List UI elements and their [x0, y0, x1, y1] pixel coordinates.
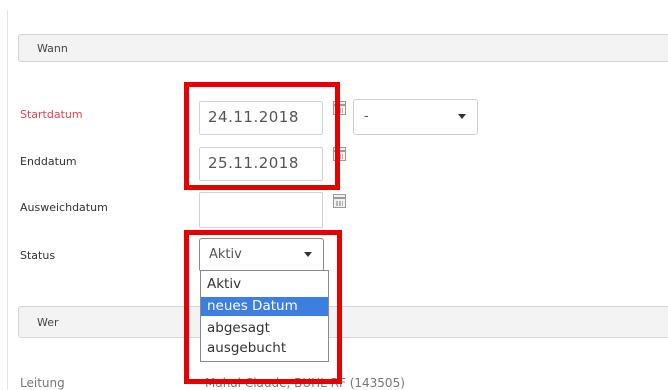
startdatum-label: Startdatum	[20, 108, 83, 121]
wann-panel-header[interactable]: Wann	[18, 34, 668, 62]
wer-panel-title: Wer	[37, 316, 59, 329]
form-left-border	[7, 10, 8, 390]
ausweichdatum-calendar-icon[interactable]	[333, 194, 346, 208]
start-time-select[interactable]: -	[353, 99, 478, 135]
wann-panel-title: Wann	[37, 42, 68, 55]
start-time-select-value: -	[364, 109, 369, 124]
leitung-label: Leitung	[20, 376, 65, 390]
ausweichdatum-label: Ausweichdatum	[20, 201, 108, 214]
date-fields-highlight	[184, 82, 340, 190]
status-dropdown-highlight	[184, 230, 342, 384]
enddatum-label: Enddatum	[20, 155, 77, 168]
chevron-down-icon	[458, 114, 466, 119]
wer-panel-header[interactable]: Wer	[18, 306, 668, 338]
ausweichdatum-input[interactable]	[199, 192, 323, 228]
status-label: Status	[20, 249, 56, 262]
